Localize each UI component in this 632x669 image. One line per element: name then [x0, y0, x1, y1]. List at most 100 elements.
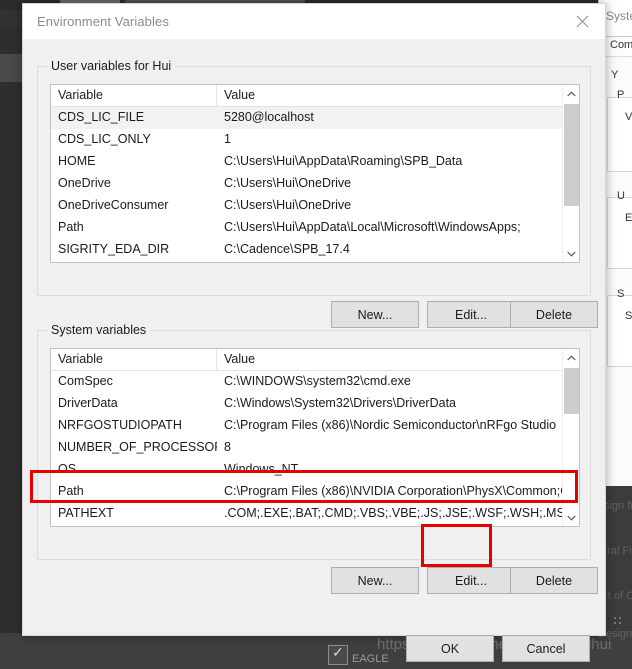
table-row[interactable]: DriverData C:\Windows\System32\Drivers\D…	[51, 393, 579, 415]
dialog-titlebar[interactable]: Environment Variables	[23, 4, 605, 39]
system-row-value: C:\Program Files (x86)\NVIDIA Corporatio…	[224, 484, 579, 498]
system-column-variable[interactable]: Variable	[51, 349, 217, 371]
environment-variables-dialog: Environment Variables User variables for…	[22, 3, 606, 662]
resize-grip-icon[interactable]	[613, 616, 625, 628]
table-row[interactable]: HOME C:\Users\Hui\AppData\Roaming\SPB_Da…	[51, 151, 579, 173]
dialog-title: Environment Variables	[37, 14, 169, 29]
table-row[interactable]: NUMBER_OF_PROCESSORS 8	[51, 437, 579, 459]
system-properties-tab-computer-name[interactable]: Com	[605, 36, 632, 56]
user-list-scrollbar[interactable]	[562, 85, 579, 262]
user-row-value: C:\Cadence\SPB_17.4	[224, 242, 350, 256]
system-row-variable: NUMBER_OF_PROCESSORS	[58, 440, 217, 454]
user-row-value: C:\Users\Hui\OneDrive	[224, 198, 352, 212]
user-list-header: Variable Value	[51, 85, 579, 107]
system-list-header: Variable Value	[51, 349, 579, 371]
sysprops-group-user-profiles	[607, 197, 632, 269]
system-row-value: 8	[224, 440, 231, 454]
user-scroll-thumb[interactable]	[564, 104, 579, 206]
table-row[interactable]: SIGRITY_EDA_DIR C:\Cadence\SPB_17.4	[51, 239, 579, 261]
user-column-variable[interactable]: Variable	[51, 85, 217, 107]
footer-separator	[23, 599, 605, 600]
eagle-label: EAGLE	[352, 653, 389, 665]
user-row-variable: CDS_LIC_ONLY	[58, 132, 151, 146]
user-row-variable: HOME	[58, 154, 96, 168]
table-row[interactable]: ComSpec C:\WINDOWS\system32\cmd.exe	[51, 371, 579, 393]
table-row[interactable]: PATHEXT .COM;.EXE;.BAT;.CMD;.VBS;.VBE;.J…	[51, 503, 579, 525]
system-new-button[interactable]: New...	[331, 567, 419, 594]
system-row-value: AMD64	[217, 525, 579, 526]
sysprops-line-6: S	[625, 310, 632, 322]
sysprops-line-5: S	[617, 288, 625, 300]
system-variables-list[interactable]: Variable Value ComSpec C:\WINDOWS\system…	[50, 348, 580, 527]
close-icon[interactable]	[560, 4, 605, 38]
table-row[interactable]: OneDriveConsumer C:\Users\Hui\OneDrive	[51, 195, 579, 217]
user-scroll-track[interactable]	[563, 102, 579, 245]
system-row-value: C:\WINDOWS\system32\cmd.exe	[224, 374, 411, 388]
table-row[interactable]: OneDrive C:\Users\Hui\OneDrive	[51, 173, 579, 195]
table-row[interactable]: CDS_LIC_FILE 5280@localhost	[51, 107, 579, 129]
table-row-path[interactable]: Path C:\Program Files (x86)\NVIDIA Corpo…	[51, 481, 579, 503]
system-list-scrollbar[interactable]	[562, 349, 579, 526]
system-scroll-thumb[interactable]	[564, 368, 579, 414]
system-row-value: .COM;.EXE;.BAT;.CMD;.VBS;.VBE;.JS;.JSE;.…	[224, 506, 574, 520]
eagle-checkbox[interactable]	[328, 644, 348, 665]
table-row[interactable]: OS Windows_NT	[51, 459, 579, 481]
system-row-variable: Path	[58, 484, 84, 498]
system-row-value: C:\Windows\System32\Drivers\DriverData	[224, 396, 456, 410]
user-row-variable: TEMP	[51, 261, 217, 262]
user-row-variable: SIGRITY_EDA_DIR	[58, 242, 170, 256]
table-row[interactable]: Path C:\Users\Hui\AppData\Local\Microsof…	[51, 217, 579, 239]
scroll-down-icon[interactable]	[563, 509, 579, 526]
user-list-rows: CDS_LIC_FILE 5280@localhost CDS_LIC_ONLY…	[51, 107, 579, 262]
system-row-value: Windows_NT	[224, 462, 299, 476]
table-row[interactable]: NRFGOSTUDIOPATH C:\Program Files (x86)\N…	[51, 415, 579, 437]
user-row-variable: Path	[58, 220, 84, 234]
user-row-value: C:\Users\Hui\OneDrive	[224, 176, 352, 190]
system-variables-label: System variables	[47, 323, 151, 337]
table-row[interactable]: PROCESSOR_ARCHITECTURE AMD64	[51, 525, 579, 526]
user-variables-group: User variables for Hui Variable Value CD…	[37, 59, 591, 296]
user-edit-button[interactable]: Edit...	[427, 301, 515, 328]
user-row-variable: OneDrive	[58, 176, 111, 190]
system-row-variable: OS	[58, 462, 77, 476]
system-row-variable: PROCESSOR_ARCHITECTURE	[51, 525, 217, 526]
system-row-value: C:\Program Files (x86)\Nordic Semiconduc…	[224, 418, 557, 432]
sysprops-line-3: U	[617, 190, 625, 202]
system-row-variable: NRFGOSTUDIOPATH	[58, 418, 182, 432]
background-left-panel	[0, 0, 22, 669]
system-edit-button[interactable]: Edit...	[427, 567, 515, 594]
user-row-variable: OneDriveConsumer	[58, 198, 169, 212]
user-row-value: C:\Users\Hui\AppData\Roaming\SPB_Data	[224, 154, 463, 168]
scroll-down-icon[interactable]	[563, 245, 579, 262]
user-row-value: C:\Users\Hui\AppData\Local\Microsoft\Win…	[224, 220, 521, 234]
user-row-value: 1	[224, 132, 231, 146]
sysprops-line-2: V	[625, 111, 632, 123]
system-variables-group: System variables Variable Value ComSpec …	[37, 323, 591, 560]
sysprops-line-4: E	[625, 212, 632, 224]
system-delete-button[interactable]: Delete	[510, 567, 598, 594]
user-column-value[interactable]: Value	[217, 85, 579, 107]
table-row[interactable]: TEMP C:\Users\Hui\AppData\Local\Temp	[51, 261, 579, 262]
user-row-value: 5280@localhost	[224, 110, 314, 124]
user-row-value: C:\Users\Hui\AppData\Local\Temp	[217, 261, 579, 262]
table-row[interactable]: CDS_LIC_ONLY 1	[51, 129, 579, 151]
background-left-panel-segment-highlight	[0, 54, 22, 82]
system-column-value[interactable]: Value	[217, 349, 579, 371]
cancel-button[interactable]: Cancel	[502, 635, 590, 662]
system-list-rows: ComSpec C:\WINDOWS\system32\cmd.exe Driv…	[51, 371, 579, 526]
dialog-body: User variables for Hui Variable Value CD…	[23, 39, 605, 662]
user-delete-button[interactable]: Delete	[510, 301, 598, 328]
system-row-variable: ComSpec	[58, 374, 113, 388]
system-scroll-track[interactable]	[563, 366, 579, 509]
sysprops-group-performance	[607, 97, 632, 172]
scroll-up-icon[interactable]	[563, 85, 579, 102]
scroll-up-icon[interactable]	[563, 349, 579, 366]
user-variables-list[interactable]: Variable Value CDS_LIC_FILE 5280@localho…	[50, 84, 580, 263]
system-row-variable: DriverData	[58, 396, 118, 410]
user-variables-label: User variables for Hui	[47, 59, 176, 73]
user-row-variable: CDS_LIC_FILE	[58, 110, 145, 124]
ok-button[interactable]: OK	[406, 635, 494, 662]
user-new-button[interactable]: New...	[331, 301, 419, 328]
sysprops-group-startup-recovery	[607, 295, 632, 367]
sysprops-line-1: P	[617, 89, 625, 101]
